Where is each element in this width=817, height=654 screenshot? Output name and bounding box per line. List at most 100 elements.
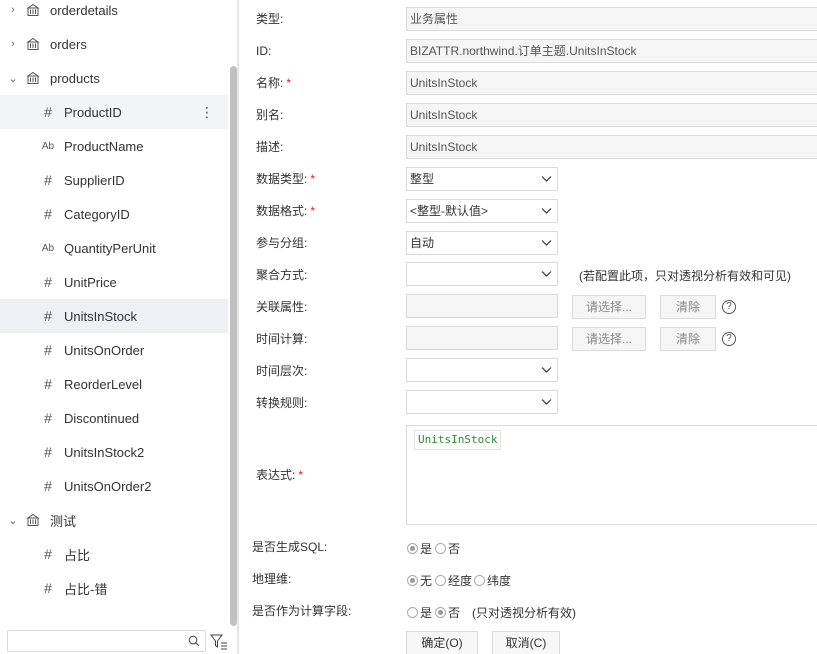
expression-label: 表达式: *: [256, 468, 304, 482]
tree-field-productid[interactable]: # ProductID ⋮: [0, 95, 228, 129]
text-field-icon: Ab: [41, 140, 55, 152]
table-icon: [26, 71, 40, 84]
number-field-icon: #: [44, 478, 52, 494]
expression-editor[interactable]: UnitsInStock: [406, 425, 817, 525]
chevron-down-icon[interactable]: ⌄: [8, 514, 18, 527]
type-field: 业务属性: [406, 7, 817, 31]
radio-label: 是: [420, 542, 433, 556]
tree-field-unitsonorder[interactable]: # UnitsOnOrder: [0, 333, 228, 367]
time-level-label: 时间层次:: [256, 364, 308, 378]
tree-field-label: SupplierID: [64, 172, 125, 188]
tree-field-unitsinstock[interactable]: # UnitsInStock: [0, 299, 228, 333]
tree-field-label: ProductName: [64, 138, 144, 154]
help-icon[interactable]: ?: [722, 332, 736, 346]
geo-latitude-radio[interactable]: 纬度: [474, 572, 511, 589]
gen-sql-label: 是否生成SQL:: [252, 540, 328, 554]
format-select[interactable]: <整型-默认值>: [406, 199, 558, 223]
tree-field-unitsonorder2[interactable]: # UnitsOnOrder2: [0, 469, 228, 503]
number-field-icon: #: [44, 104, 52, 120]
radio-label: 否: [448, 606, 461, 620]
time-calc-clear-button[interactable]: 清除: [660, 327, 716, 351]
tree-field-quantityperunit[interactable]: Ab QuantityPerUnit: [0, 231, 228, 265]
radio-label: 纬度: [487, 574, 512, 588]
type-label: 类型:: [256, 12, 284, 26]
chevron-down-icon[interactable]: ⌄: [8, 72, 18, 85]
filter-icon[interactable]: [210, 633, 228, 651]
radio-dot: [435, 543, 446, 554]
alias-label: 别名:: [256, 108, 284, 122]
required-mark: *: [310, 172, 316, 186]
radio-dot: [407, 543, 418, 554]
chevron-down-icon: [541, 399, 552, 405]
tree-node-orderdetails[interactable]: › orderdetails: [0, 0, 228, 27]
number-field-icon: #: [44, 274, 52, 290]
cancel-button[interactable]: 取消(C): [492, 631, 560, 654]
datatype-select[interactable]: 整型: [406, 167, 558, 191]
expression-token[interactable]: UnitsInStock: [414, 430, 502, 450]
resource-tree-panel: › orderdetails › orders ⌄ products # Pro…: [0, 0, 238, 654]
name-field[interactable]: UnitsInStock: [406, 71, 817, 95]
datatype-value: 整型: [410, 172, 435, 186]
tree-field-label: Discontinued: [64, 410, 140, 426]
description-field[interactable]: UnitsInStock: [406, 135, 817, 159]
panel-divider[interactable]: [238, 0, 239, 654]
datatype-label: 数据类型: *: [256, 172, 316, 186]
alias-field[interactable]: UnitsInStock: [406, 103, 817, 127]
tree-field-label: 占比-错: [64, 581, 108, 597]
tree-field-label: UnitsInStock2: [64, 444, 145, 460]
tree-search-input[interactable]: [7, 630, 206, 652]
tree-node-label: orders: [50, 36, 87, 52]
table-icon: [26, 3, 40, 16]
chevron-down-icon: [541, 208, 552, 214]
tree-field-reorderlevel[interactable]: # ReorderLevel: [0, 367, 228, 401]
required-mark: *: [286, 76, 292, 90]
tree-node-orders[interactable]: › orders: [0, 27, 228, 61]
tree-node-products[interactable]: ⌄ products: [0, 61, 228, 95]
aggregation-select[interactable]: [406, 262, 558, 286]
ok-button[interactable]: 确定(O): [406, 631, 478, 654]
geo-longitude-radio[interactable]: 经度: [435, 572, 472, 589]
number-field-icon: #: [44, 376, 52, 392]
tree-field-ratio-error[interactable]: # 占比-错: [0, 571, 228, 605]
help-icon[interactable]: ?: [722, 300, 736, 314]
tree-field-supplierid[interactable]: # SupplierID: [0, 163, 228, 197]
geo-none-radio[interactable]: 无: [407, 572, 432, 589]
chevron-right-icon[interactable]: ›: [8, 4, 18, 16]
calc-field-no-radio[interactable]: 否: [435, 604, 460, 621]
tree-field-label: UnitsInStock: [64, 308, 137, 324]
tree-node-test[interactable]: ⌄ 测试: [0, 503, 228, 537]
gen-sql-no-radio[interactable]: 否: [435, 540, 460, 557]
group-label: 参与分组:: [256, 236, 308, 250]
tree-field-ratio[interactable]: # 占比: [0, 537, 228, 571]
related-attr-field: [406, 294, 558, 318]
search-icon[interactable]: [188, 635, 200, 647]
tree-field-unitsinstock2[interactable]: # UnitsInStock2: [0, 435, 228, 469]
text-field-icon: Ab: [41, 242, 55, 254]
calc-field-yes-radio[interactable]: 是: [407, 604, 432, 621]
convert-rule-select[interactable]: [406, 390, 558, 414]
number-field-icon: #: [44, 410, 52, 426]
tree-scrollbar[interactable]: [230, 66, 237, 626]
related-select-button[interactable]: 请选择...: [572, 295, 646, 319]
number-field-icon: #: [44, 342, 52, 358]
radio-label: 否: [448, 542, 461, 556]
calc-field-label: 是否作为计算字段:: [252, 604, 352, 618]
number-field-icon: #: [44, 546, 52, 562]
number-field-icon: #: [44, 444, 52, 460]
chevron-right-icon[interactable]: ›: [8, 38, 18, 50]
tree-field-discontinued[interactable]: # Discontinued: [0, 401, 228, 435]
time-calc-select-button[interactable]: 请选择...: [572, 327, 646, 351]
tree-field-categoryid[interactable]: # CategoryID: [0, 197, 228, 231]
tree-field-label: UnitPrice: [64, 274, 117, 290]
radio-dot: [407, 575, 418, 586]
tree-field-unitprice[interactable]: # UnitPrice: [0, 265, 228, 299]
gen-sql-yes-radio[interactable]: 是: [407, 540, 432, 557]
time-level-select[interactable]: [406, 358, 558, 382]
related-clear-button[interactable]: 清除: [660, 295, 716, 319]
tree-field-productname[interactable]: Ab ProductName: [0, 129, 228, 163]
radio-label: 是: [420, 606, 433, 620]
radio-dot: [474, 575, 485, 586]
group-select[interactable]: 自动: [406, 231, 558, 255]
calc-field-hint: (只对透视分析有效): [472, 606, 576, 620]
more-menu-icon[interactable]: ⋮: [200, 104, 214, 121]
